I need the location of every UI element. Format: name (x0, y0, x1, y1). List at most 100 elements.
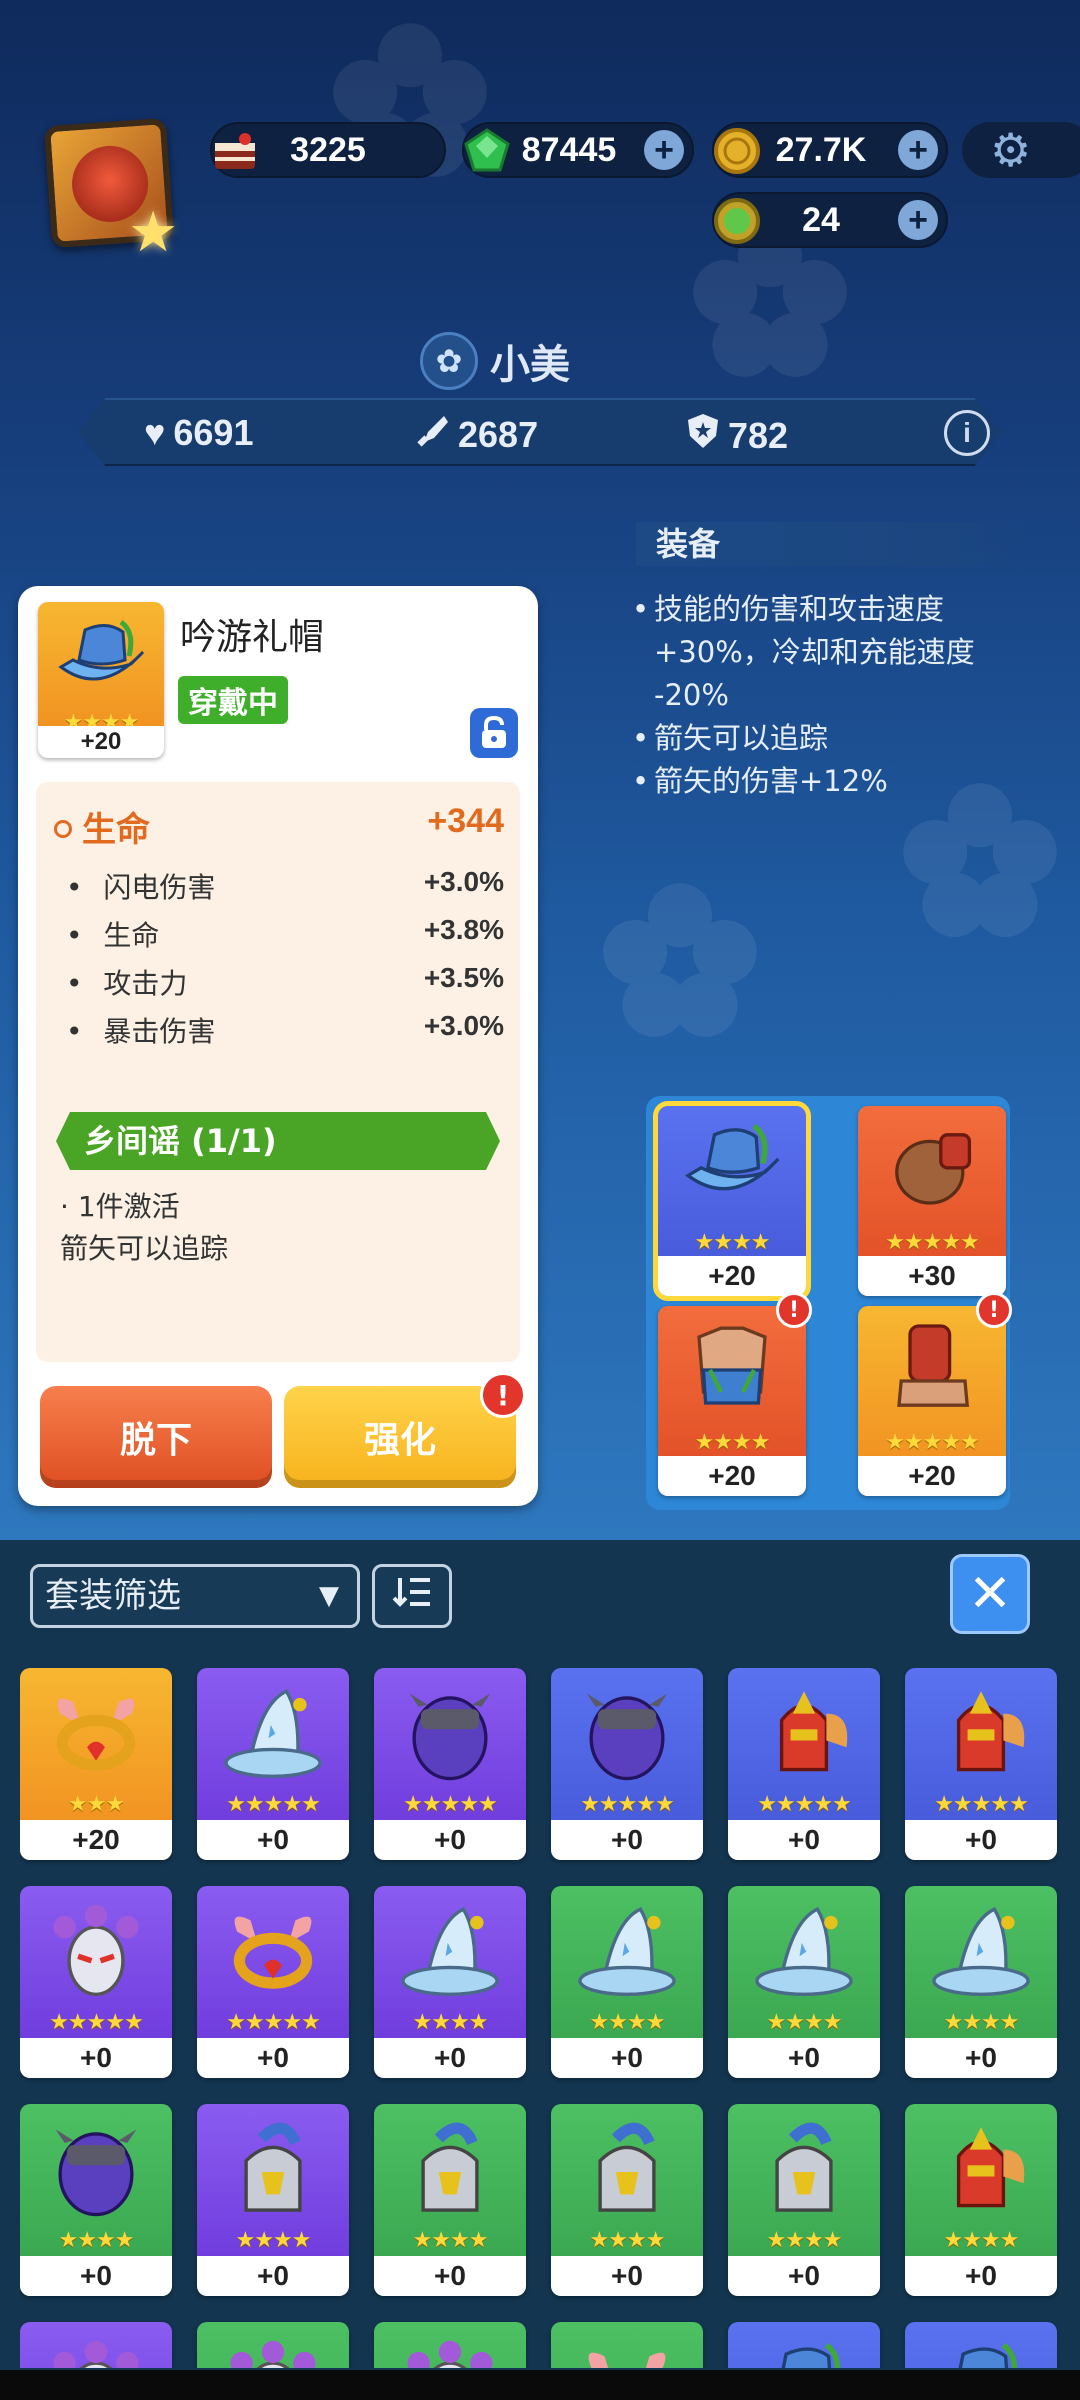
inventory-item[interactable]: ★★★★ +0 (728, 2104, 880, 2296)
inventory-item[interactable]: ★★★★ +0 (374, 2104, 526, 2296)
equipped-slot-boots[interactable]: ★★★★★ +20 (858, 1306, 1006, 1496)
item-stars: ★★★★ (412, 2228, 489, 2253)
item-stars: ★★★★★ (226, 1792, 321, 1817)
sub-stat-label: 生命 (103, 919, 160, 952)
sub-stat-value: +3.5% (423, 962, 504, 993)
equipped-items-panel: ★★★★ +20 ★★★★★ +30 ★★★★ +20! ★★★★★ +20! (646, 1096, 1012, 1510)
set-effect-line: 技能的伤害和攻击速度 (630, 588, 1030, 631)
item-stars: ★★★★★ (580, 1792, 675, 1817)
close-inventory-button[interactable]: ✕ (950, 1554, 1030, 1634)
inventory-item[interactable]: ★★★★ +0 (374, 1886, 526, 2078)
sub-stat-label: 暴击伤害 (103, 1015, 216, 1048)
inventory-item[interactable]: ★★★★★ +0 (905, 1668, 1057, 1860)
set-filter-label: 套装筛选 (45, 1576, 181, 1616)
set-effects-title: 装备 (636, 522, 1026, 566)
phoenix-helm-icon (905, 1668, 1057, 1804)
lock-icon[interactable] (470, 708, 518, 758)
equipped-slot-armor[interactable]: ★★★★ +20 (658, 1306, 806, 1496)
add-tokens-button[interactable]: + (898, 200, 938, 240)
inventory-item[interactable]: ★★★★ +0 (197, 2104, 349, 2296)
equipped-slot-gloves[interactable]: ★★★★★ +30 (858, 1106, 1006, 1296)
equipped-slot-hat[interactable]: ★★★★ +20 (653, 1101, 811, 1301)
item-level: +0 (728, 2256, 880, 2296)
inventory-item[interactable]: ★★★★★ +0 (197, 1668, 349, 1860)
unequip-button[interactable]: 脱下 (40, 1386, 272, 1488)
knight-helm-icon (197, 2104, 349, 2240)
player-avatar[interactable]: ★ (28, 110, 188, 265)
sub-stat: 攻击力 +3.5% (66, 962, 504, 1002)
inventory-item[interactable]: ★★★★ +0 (728, 1886, 880, 2078)
item-stars: ★★★★ (412, 2010, 489, 2035)
inventory-item[interactable]: ★★★ +20 (20, 1668, 172, 1860)
item-stars: ★★★★ (943, 2228, 1020, 2253)
sub-stat: 闪电伤害 +3.0% (66, 866, 504, 906)
inventory-item[interactable] (551, 2322, 703, 2368)
item-level: +0 (374, 2256, 526, 2296)
wizard-hat-icon (374, 1886, 526, 2022)
inventory-item[interactable]: ★★★★ +0 (20, 2104, 172, 2296)
item-level: +0 (374, 1820, 526, 1860)
medusa-mask-icon (20, 1886, 172, 2022)
inventory-item[interactable]: ★★★★★ +0 (374, 1668, 526, 1860)
sort-button[interactable] (372, 1564, 452, 1628)
hat-icon (38, 602, 164, 712)
sub-stat: 生命 +3.8% (66, 914, 504, 954)
inventory-item[interactable] (374, 2322, 526, 2368)
main-stat-value: +344 (427, 802, 504, 840)
inventory-item[interactable]: ★★★★ +0 (551, 2104, 703, 2296)
gem-icon (460, 126, 514, 176)
inventory-item[interactable]: ★★★★★ +0 (551, 1668, 703, 1860)
inventory-item[interactable]: ★★★★ +0 (905, 2104, 1057, 2296)
inventory-item[interactable]: ★★★★★ +0 (197, 1886, 349, 2078)
item-level: +20 (858, 1456, 1006, 1496)
inventory-item[interactable] (905, 2322, 1057, 2368)
settings-button[interactable]: ⚙ (962, 122, 1080, 178)
medusa-mask-icon (374, 2322, 526, 2368)
inventory-item[interactable]: ★★★★★ +0 (728, 1668, 880, 1860)
item-stars: ★★★★ (766, 2010, 843, 2035)
inventory-item[interactable]: ★★★★ +0 (551, 1886, 703, 2078)
resource-coins[interactable]: 27.7K + (712, 122, 948, 178)
add-gems-button[interactable]: + (644, 130, 684, 170)
flower-badge-icon: ✿ (420, 332, 478, 390)
item-thumbnail: ★★★★ +20 (38, 602, 164, 758)
equipped-status-badge: 穿戴中 (178, 676, 288, 724)
phoenix-helm-icon (728, 1668, 880, 1804)
item-stars: ★★★★ (694, 1230, 771, 1255)
item-stars: ★★★ (67, 1792, 125, 1817)
item-level: +0 (20, 2038, 172, 2078)
inventory-item[interactable]: ★★★★★ +0 (20, 1886, 172, 2078)
caret-down-icon: ▼ (319, 1581, 339, 1611)
set-activation-count: · 1件激活 (60, 1190, 180, 1223)
star-icon: ★ (128, 200, 179, 265)
item-stars: ★★★★★ (226, 2010, 321, 2035)
main-stat: 生命 +344 (54, 802, 504, 851)
flower-decoration (603, 883, 757, 1037)
medusa-mask-icon (197, 2322, 349, 2368)
item-stars: ★★★★★ (885, 1230, 980, 1255)
medusa-mask-icon (20, 2322, 172, 2368)
shield-icon (686, 412, 720, 459)
sub-stat-label: 攻击力 (103, 967, 188, 1000)
item-level: +0 (728, 1820, 880, 1860)
item-level: +0 (905, 2256, 1057, 2296)
hero-name: 小美 (490, 342, 570, 388)
resource-tokens[interactable]: 24 + (712, 192, 948, 248)
add-coins-button[interactable]: + (898, 130, 938, 170)
info-icon[interactable]: i (944, 410, 990, 456)
inventory-item[interactable] (728, 2322, 880, 2368)
resource-cake[interactable]: 3225 (210, 122, 446, 178)
stat-defense: 782 (686, 412, 788, 459)
inventory-item[interactable] (197, 2322, 349, 2368)
set-activation-text: · 1件激活 箭矢可以追踪 (60, 1186, 228, 1270)
inventory-item[interactable]: ★★★★ +0 (905, 1886, 1057, 2078)
sub-stat: 暴击伤害 +3.0% (66, 1010, 504, 1050)
resource-gems[interactable]: 87445 + (462, 122, 694, 178)
item-stars: ★★★★★ (403, 1792, 498, 1817)
knight-helm-icon (551, 2104, 703, 2240)
inventory-item[interactable] (20, 2322, 172, 2368)
hero-name-row: ✿ 小美 (420, 330, 570, 392)
set-filter-dropdown[interactable]: 套装筛选 ▼ (30, 1564, 360, 1628)
stat-attack-value: 2687 (458, 413, 539, 455)
heart-icon: ♥ (144, 412, 166, 453)
